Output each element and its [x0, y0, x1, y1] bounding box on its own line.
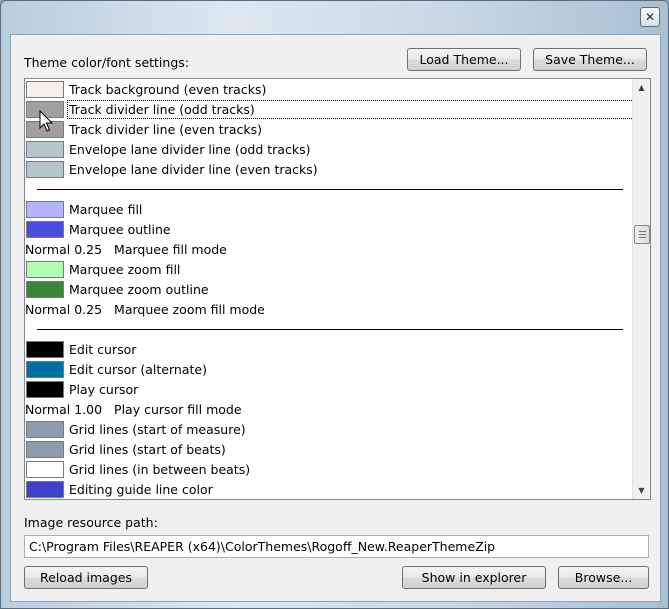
color-setting-row[interactable]: Edit cursor (alternate) — [25, 360, 635, 380]
color-setting-label: Track divider line (odd tracks) — [67, 100, 638, 119]
list-vertical-scrollbar[interactable]: ▲ ▼ — [632, 79, 650, 499]
color-setting-row[interactable]: Grid lines (in between beats) — [25, 460, 635, 480]
color-setting-row[interactable]: Marquee outline — [25, 220, 635, 240]
fill-mode-row[interactable]: Normal 0.25 Marquee fill mode — [25, 240, 635, 260]
color-swatch[interactable] — [26, 161, 64, 178]
theme-settings-window: ✕ Theme color/font settings: Load Theme.… — [0, 0, 669, 609]
color-setting-row[interactable]: Track divider line (even tracks) — [25, 120, 635, 140]
color-setting-label: Editing guide line color — [69, 482, 213, 497]
color-swatch[interactable] — [26, 441, 64, 458]
scroll-thumb[interactable] — [634, 225, 650, 244]
color-setting-label: Grid lines (start of measure) — [69, 422, 246, 437]
theme-settings-label: Theme color/font settings: — [24, 55, 189, 70]
color-setting-label: Play cursor — [69, 382, 139, 397]
section-divider — [25, 180, 635, 200]
color-setting-row[interactable]: Play cursor — [25, 380, 635, 400]
theme-color-rows: Track background (even tracks) Track divi… — [25, 80, 638, 499]
fill-mode-value: Normal 0.25 — [25, 302, 103, 317]
close-icon: ✕ — [644, 10, 656, 24]
show-in-explorer-button[interactable]: Show in explorer — [402, 566, 546, 589]
color-setting-row[interactable]: Edit cursor — [25, 340, 635, 360]
color-swatch[interactable] — [26, 121, 64, 138]
color-setting-row[interactable]: Track background (even tracks) — [25, 80, 635, 100]
fill-mode-text: Normal 1.00 Play cursor fill mode — [25, 402, 242, 417]
color-setting-label: Marquee zoom fill — [69, 262, 181, 277]
color-swatch[interactable] — [26, 381, 64, 398]
section-divider — [25, 320, 635, 340]
color-setting-row[interactable]: Editing guide line color — [25, 480, 635, 499]
browse-button[interactable]: Browse... — [558, 566, 649, 589]
color-setting-label: Marquee fill — [69, 202, 143, 217]
color-setting-row[interactable]: Envelope lane divider line (odd tracks) — [25, 140, 635, 160]
scroll-down-arrow[interactable]: ▼ — [633, 482, 650, 499]
color-swatch[interactable] — [26, 221, 64, 238]
color-setting-row[interactable]: Marquee zoom fill — [25, 260, 635, 280]
color-setting-label: Envelope lane divider line (even tracks) — [69, 162, 318, 177]
chevron-down-icon: ▼ — [638, 486, 645, 495]
fill-mode-label: Play cursor fill mode — [114, 402, 242, 417]
chevron-up-icon: ▲ — [638, 83, 645, 92]
load-theme-button[interactable]: Load Theme... — [407, 48, 521, 71]
fill-mode-text: Normal 0.25 Marquee zoom fill mode — [25, 302, 265, 317]
color-setting-row[interactable]: Marquee fill — [25, 200, 635, 220]
color-setting-label: Marquee zoom outline — [69, 282, 209, 297]
color-swatch[interactable] — [26, 261, 64, 278]
color-swatch[interactable] — [26, 421, 64, 438]
color-swatch[interactable] — [26, 81, 64, 98]
fill-mode-row[interactable]: Normal 1.00 Play cursor fill mode — [25, 400, 635, 420]
color-setting-row[interactable]: Track divider line (odd tracks) — [25, 100, 638, 120]
color-setting-label: Envelope lane divider line (odd tracks) — [69, 142, 311, 157]
image-path-label: Image resource path: — [24, 515, 158, 530]
color-setting-row[interactable]: Grid lines (start of beats) — [25, 440, 635, 460]
theme-color-list[interactable]: Track background (even tracks) Track divi… — [24, 78, 651, 500]
color-swatch[interactable] — [26, 101, 64, 118]
color-setting-label: Track divider line (even tracks) — [69, 122, 262, 137]
color-setting-row[interactable]: Marquee zoom outline — [25, 280, 635, 300]
color-swatch[interactable] — [26, 201, 64, 218]
reload-images-button[interactable]: Reload images — [24, 566, 148, 589]
grip-icon — [638, 231, 646, 238]
color-swatch[interactable] — [26, 481, 64, 498]
fill-mode-text: Normal 0.25 Marquee fill mode — [25, 242, 227, 257]
color-setting-label: Grid lines (in between beats) — [69, 462, 251, 477]
color-setting-label: Edit cursor — [69, 342, 137, 357]
color-swatch[interactable] — [26, 361, 64, 378]
close-button[interactable]: ✕ — [640, 7, 660, 27]
color-setting-row[interactable]: Envelope lane divider line (even tracks) — [25, 160, 635, 180]
color-setting-label: Marquee outline — [69, 222, 171, 237]
fill-mode-value: Normal 0.25 — [25, 242, 103, 257]
color-swatch[interactable] — [26, 461, 64, 478]
fill-mode-label: Marquee zoom fill mode — [114, 302, 265, 317]
color-swatch[interactable] — [26, 341, 64, 358]
color-swatch[interactable] — [26, 141, 64, 158]
fill-mode-label: Marquee fill mode — [114, 242, 227, 257]
color-setting-label: Grid lines (start of beats) — [69, 442, 226, 457]
color-setting-row[interactable]: Grid lines (start of measure) — [25, 420, 635, 440]
color-setting-label: Edit cursor (alternate) — [69, 362, 207, 377]
color-setting-label: Track background (even tracks) — [69, 82, 267, 97]
save-theme-button[interactable]: Save Theme... — [533, 48, 647, 71]
color-swatch[interactable] — [26, 281, 64, 298]
scroll-up-arrow[interactable]: ▲ — [633, 79, 650, 96]
fill-mode-value: Normal 1.00 — [25, 402, 103, 417]
image-path-input[interactable] — [24, 535, 649, 558]
fill-mode-row[interactable]: Normal 0.25 Marquee zoom fill mode — [25, 300, 635, 320]
dialog-client-area: Theme color/font settings: Load Theme...… — [10, 34, 661, 602]
